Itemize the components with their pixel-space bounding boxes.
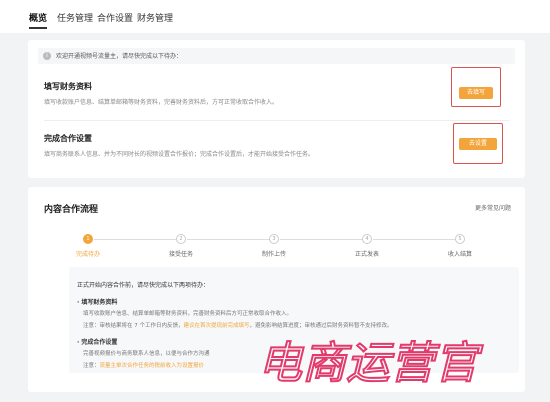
step-3-circle: 3 [269,234,279,244]
tab-cooperation-settings[interactable]: 合作设置 [97,11,133,24]
welcome-notice: i 欢迎开通视频号流量主，请尽快完成以下待办： [38,48,515,64]
step-4-label: 正式发表 [354,251,380,258]
step-connector [280,239,368,240]
detail-cooperation-note: 注意：流量主单次合作任务的税前收入为设置报价 [83,361,204,369]
step-4-circle: 4 [362,234,372,244]
note-highlight: 建议在首次提现前完成填写 [183,323,250,329]
detail-cooperation-desc: 完善视频报价与商务联系人信息，以便与合作方沟通 [83,351,210,357]
step-5-circle: 5 [455,234,465,244]
faq-link[interactable]: 更多常见问题 [475,203,511,212]
cooperation-settings-desc: 填写商务联系人信息、并为不同时长的视频设置合作报价；完成合作设置后，才能开始接受… [44,151,315,158]
watermark-logo: 电商运营官 [257,337,484,390]
flow-title: 内容合作流程 [44,205,99,215]
tab-overview[interactable]: 概览 [29,11,47,24]
step-1-circle: 1 [83,234,93,244]
todo-divider [44,120,509,121]
watermark-text: 电商运营官 [258,338,483,389]
note-prefix: 注意： [83,363,100,369]
fill-finance-button[interactable]: 去填写 [459,87,493,99]
step-2-circle: 2 [176,234,186,244]
note-highlight: 流量主单次合作任务的税前收入为设置报价 [99,363,205,369]
step-1-label: 完成待办 [75,251,101,258]
finance-info-title: 填写财务资料 [44,82,92,91]
detail-finance-desc: 填写收款账户信息、结算单邮箱等财务资料，完善财务资料后方可正常收取合作收入。 [83,311,293,317]
step-5-label: 收入结算 [447,251,473,258]
step-2-label: 接受任务 [168,251,194,258]
detail-cooperation-title: · 完成合作设置 [77,339,118,346]
info-icon: i [43,52,51,60]
detail-finance-title: · 填写财务资料 [77,299,118,306]
step-connector [94,239,182,240]
active-tab-indicator [29,27,47,29]
detail-intro: 正式开始内容合作前，请尽快完成以下两项待办： [77,282,210,289]
set-cooperation-button[interactable]: 去设置 [459,138,497,150]
cooperation-settings-title: 完成合作设置 [44,134,92,143]
finance-info-desc: 填写收款账户信息、结算单邮箱等财务资料，完善财务资料后，方可正常收取合作收入。 [44,99,279,106]
top-nav: 概览 任务管理 合作设置 财务管理 [0,0,550,33]
tab-task-management[interactable]: 任务管理 [57,11,93,24]
tab-finance-management[interactable]: 财务管理 [137,11,173,24]
step-connector [373,239,461,240]
notice-text: 欢迎开通视频号流量主，请尽快完成以下待办： [56,53,183,60]
note-prefix: 注意：审核结果将在 7 个工作日内反馈， [83,323,184,329]
todo-card: i 欢迎开通视频号流量主，请尽快完成以下待办： 填写财务资料 填写收款账户信息、… [28,40,525,178]
step-connector [187,239,275,240]
step-3-label: 制作上传 [261,251,287,258]
